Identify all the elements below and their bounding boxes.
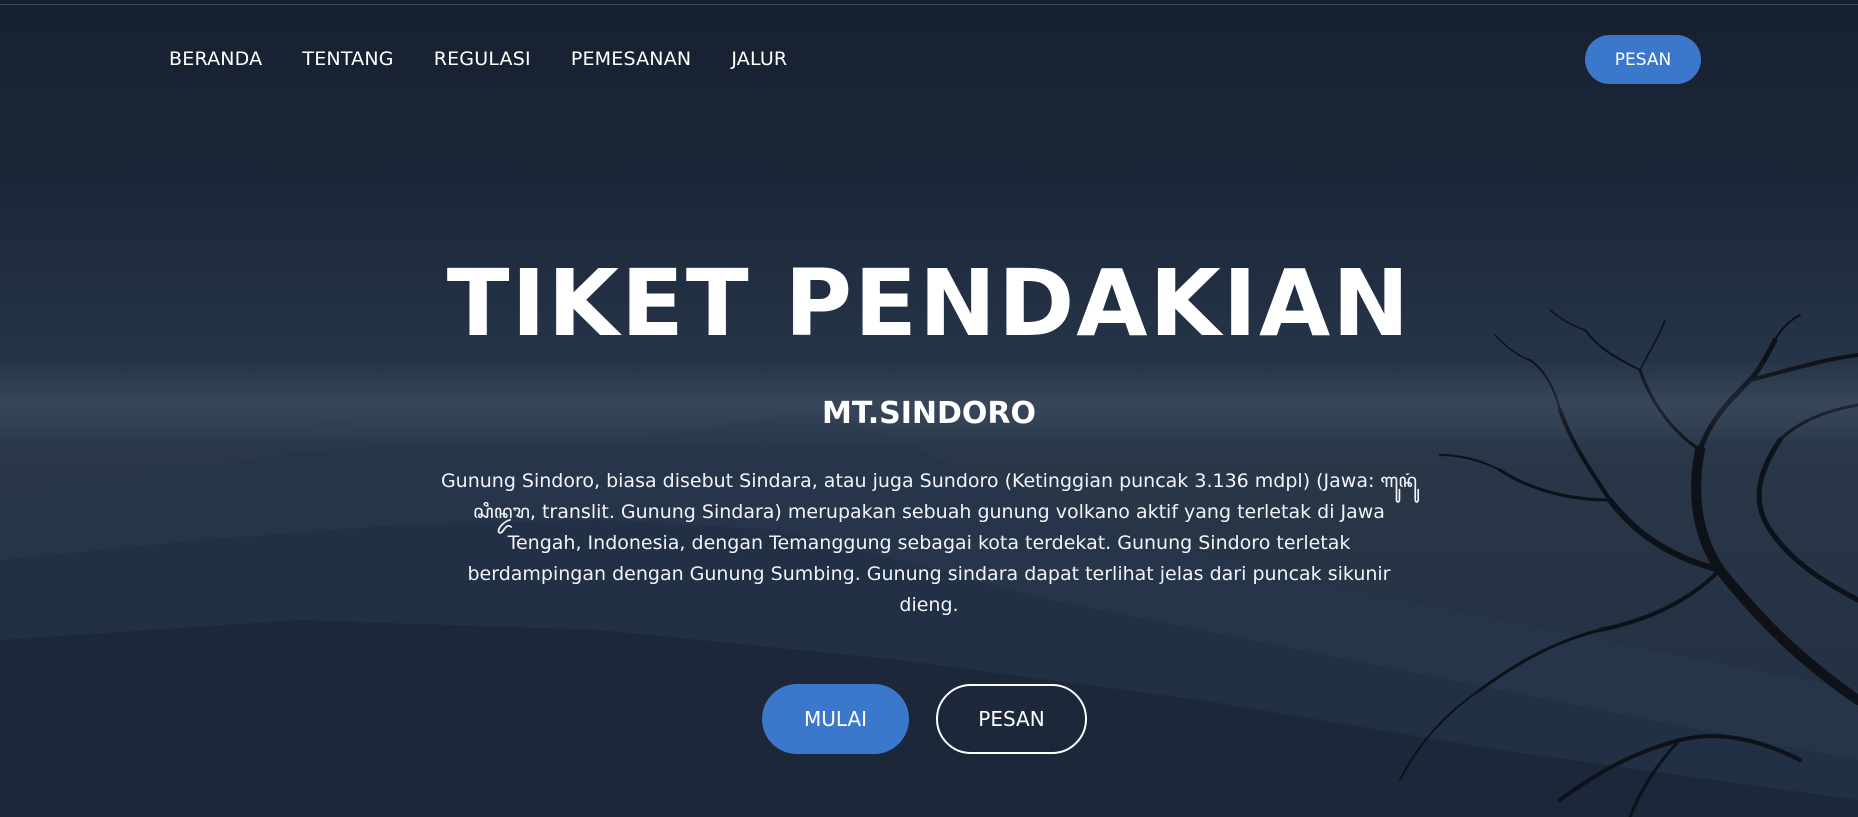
nav-link-regulasi[interactable]: REGULASI	[434, 46, 531, 72]
header-pesan-button[interactable]: PESAN	[1585, 35, 1701, 84]
main-navigation: BERANDA TENTANG REGULASI PEMESANAN JALUR	[169, 46, 827, 72]
hero-subtitle: MT.SINDORO	[821, 396, 1037, 431]
hero-title: TIKET PENDAKIAN	[446, 250, 1412, 357]
hero-actions: MULAI PESAN	[762, 684, 1087, 754]
hero-description: Gunung Sindoro, biasa disebut Sindara, a…	[440, 470, 1418, 616]
nav-link-beranda[interactable]: BERANDA	[169, 46, 262, 72]
hero-section: BERANDA TENTANG REGULASI PEMESANAN JALUR…	[0, 0, 1858, 817]
pesan-button[interactable]: PESAN	[936, 684, 1087, 754]
nav-link-tentang[interactable]: TENTANG	[302, 46, 393, 72]
mulai-button[interactable]: MULAI	[762, 684, 909, 754]
nav-link-jalur[interactable]: JALUR	[731, 46, 787, 72]
nav-link-pemesanan[interactable]: PEMESANAN	[571, 46, 692, 72]
